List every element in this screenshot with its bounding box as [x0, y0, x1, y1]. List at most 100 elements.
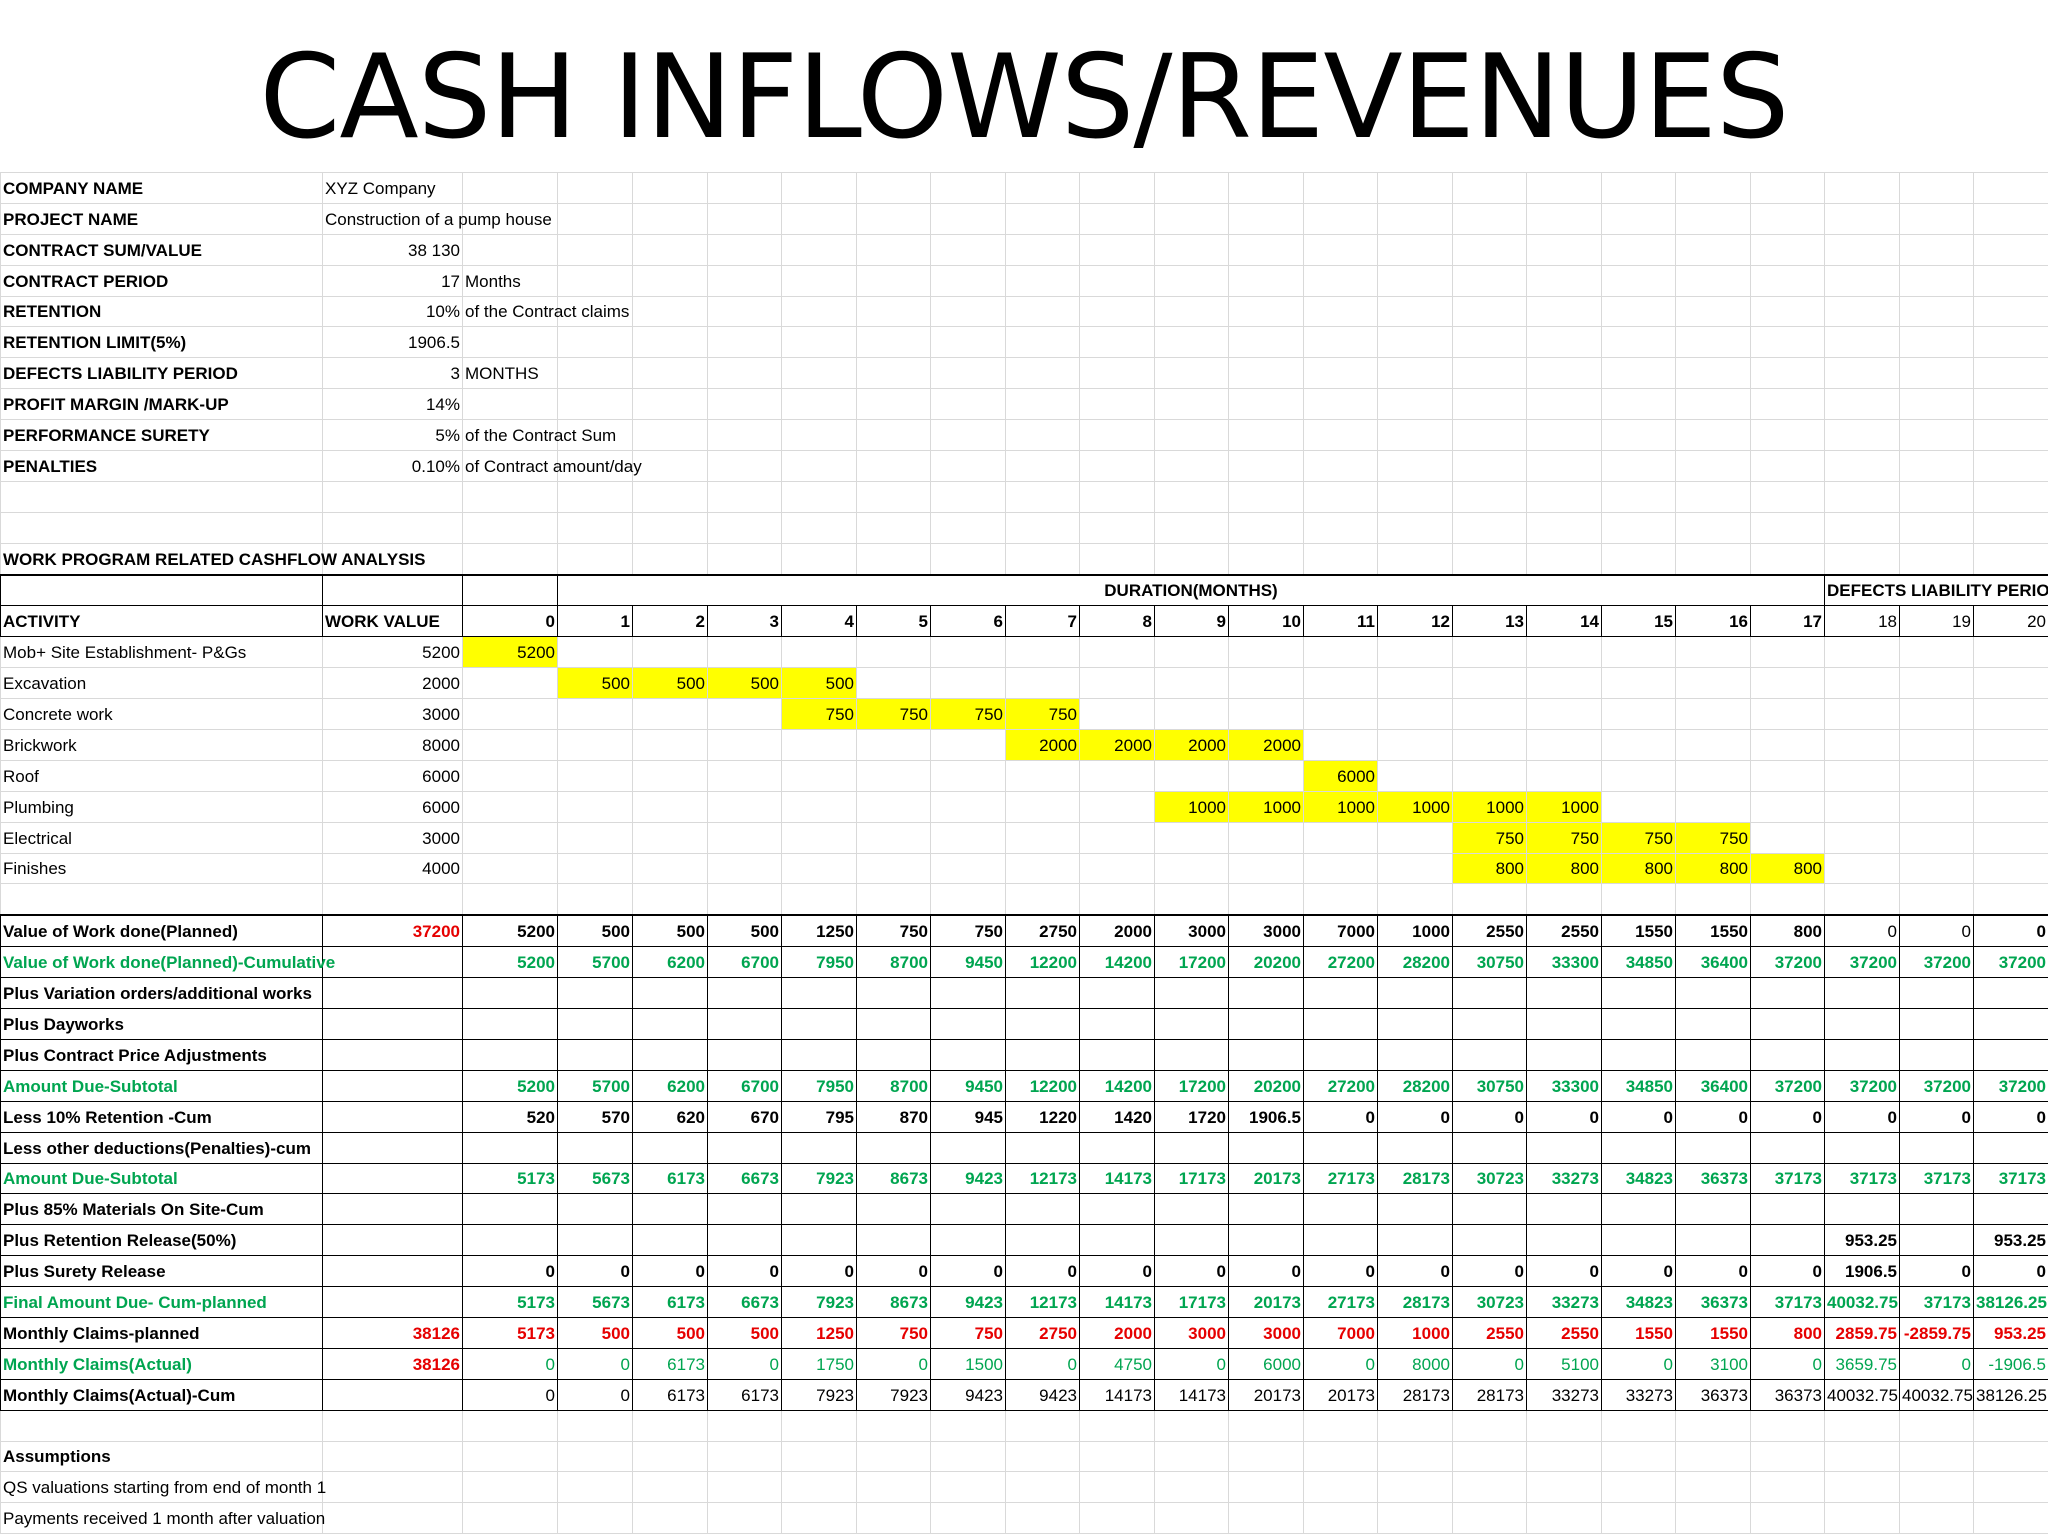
summary-month-cell[interactable] [1899, 1008, 1974, 1040]
assumptions-title[interactable]: Assumptions [0, 1440, 323, 1473]
cell-empty[interactable] [557, 511, 633, 544]
cell-empty[interactable] [632, 295, 708, 328]
summary-month-cell[interactable]: 7923 [781, 1286, 857, 1318]
activity-month-cell[interactable] [1005, 667, 1080, 700]
cell-empty[interactable] [322, 1440, 463, 1473]
cell-empty[interactable] [781, 1471, 857, 1504]
info-value[interactable]: Construction of a pump house [322, 202, 552, 235]
cell-empty[interactable] [1899, 511, 1974, 544]
summary-month-cell[interactable] [1526, 1038, 1602, 1071]
activity-month-cell[interactable]: 500 [632, 667, 708, 700]
activity-month-cell[interactable] [1601, 698, 1676, 731]
cell-empty[interactable] [1154, 202, 1229, 235]
cell-empty[interactable] [1675, 172, 1751, 204]
summary-month-cell[interactable] [707, 977, 782, 1010]
cell-empty[interactable] [1154, 511, 1229, 544]
summary-month-cell[interactable] [930, 1038, 1006, 1071]
summary-month-cell[interactable] [557, 1008, 633, 1040]
summary-month-cell[interactable] [930, 1008, 1006, 1040]
cell-empty[interactable] [781, 1440, 857, 1473]
cell-empty[interactable] [1005, 264, 1080, 297]
cell-empty[interactable] [1899, 264, 1974, 297]
summary-month-cell[interactable]: 9423 [930, 1286, 1006, 1318]
cell-empty[interactable] [1303, 883, 1378, 916]
summary-month-cell[interactable] [1750, 1193, 1825, 1226]
summary-month-cell[interactable]: 5673 [557, 1286, 633, 1318]
summary-month-cell[interactable] [1005, 1131, 1080, 1164]
summary-month-cell[interactable]: 6173 [632, 1378, 708, 1411]
summary-month-cell[interactable] [1452, 1131, 1527, 1164]
summary-month-cell[interactable] [1377, 1131, 1453, 1164]
cell-empty[interactable] [1079, 419, 1155, 452]
activity-month-cell[interactable] [1824, 821, 1900, 854]
cell-empty[interactable] [1526, 1440, 1602, 1473]
summary-month-cell[interactable]: 30750 [1452, 1069, 1527, 1102]
summary-month-cell[interactable]: 6200 [632, 946, 708, 979]
activity-month-cell[interactable]: 2000 [1005, 729, 1080, 761]
activity-month-cell[interactable] [1452, 729, 1527, 761]
summary-month-cell[interactable]: 34823 [1601, 1286, 1676, 1318]
activity-month-cell[interactable]: 1000 [1154, 790, 1229, 823]
summary-value[interactable] [322, 1193, 463, 1226]
activity-month-cell[interactable] [1601, 729, 1676, 761]
summary-month-cell[interactable]: 0 [1973, 914, 2048, 948]
month-header[interactable]: 15 [1601, 605, 1676, 638]
cell-empty[interactable] [1303, 388, 1378, 421]
summary-month-cell[interactable]: 870 [856, 1100, 931, 1133]
activity-month-cell[interactable] [462, 667, 558, 700]
cell-empty[interactable] [1303, 233, 1378, 266]
cell-empty[interactable] [1973, 450, 2048, 482]
summary-month-cell[interactable]: 34850 [1601, 946, 1676, 979]
summary-month-cell[interactable]: 0 [1452, 1100, 1527, 1133]
cell-empty[interactable] [1228, 202, 1304, 235]
activity-month-cell[interactable] [856, 790, 931, 823]
summary-month-cell[interactable]: 27173 [1303, 1286, 1378, 1318]
summary-label[interactable]: Plus 85% Materials On Site-Cum [0, 1193, 323, 1226]
cell-empty[interactable] [1899, 1471, 1974, 1504]
summary-month-cell[interactable] [781, 1193, 857, 1226]
summary-month-cell[interactable]: 37173 [1750, 1162, 1825, 1195]
activity-month-cell[interactable] [856, 852, 931, 885]
cell-empty[interactable] [1303, 511, 1378, 544]
cell-empty[interactable] [1973, 202, 2048, 235]
activity-month-cell[interactable]: 750 [1526, 821, 1602, 854]
summary-month-cell[interactable]: 5700 [557, 946, 633, 979]
summary-month-cell[interactable]: 1550 [1675, 914, 1751, 948]
cell-empty[interactable] [1303, 1502, 1378, 1535]
activity-month-cell[interactable] [557, 790, 633, 823]
summary-month-cell[interactable]: 1420 [1079, 1100, 1155, 1133]
cell-empty[interactable] [1377, 419, 1453, 452]
summary-month-cell[interactable]: 500 [632, 914, 708, 948]
cell-empty[interactable] [1154, 480, 1229, 513]
summary-month-cell[interactable] [1750, 1008, 1825, 1040]
cell-empty[interactable] [707, 511, 782, 544]
info-note[interactable] [462, 172, 558, 204]
activity-month-cell[interactable] [930, 790, 1006, 823]
cell-empty[interactable] [707, 480, 782, 513]
summary-month-cell[interactable]: 33300 [1526, 946, 1602, 979]
cell-empty[interactable] [1452, 419, 1527, 452]
summary-month-cell[interactable]: 3000 [1154, 914, 1229, 948]
summary-month-cell[interactable] [1452, 977, 1527, 1010]
cell-empty[interactable] [1675, 388, 1751, 421]
summary-month-cell[interactable] [1824, 1193, 1900, 1226]
cell-empty[interactable] [707, 295, 782, 328]
summary-value[interactable] [322, 1100, 463, 1133]
cell-empty[interactable] [1377, 295, 1453, 328]
cell-empty[interactable] [1899, 480, 1974, 513]
activity-month-cell[interactable]: 750 [856, 698, 931, 731]
summary-month-cell[interactable] [1005, 1224, 1080, 1257]
summary-month-cell[interactable] [1601, 1131, 1676, 1164]
cell-empty[interactable] [557, 1502, 633, 1535]
activity-month-cell[interactable] [1303, 667, 1378, 700]
activity-value[interactable]: 4000 [322, 852, 463, 885]
cell-empty[interactable] [1005, 295, 1080, 328]
activity-month-cell[interactable] [1973, 636, 2048, 669]
summary-month-cell[interactable] [1079, 1193, 1155, 1226]
cell-empty[interactable] [1005, 172, 1080, 204]
cell-empty[interactable] [1079, 326, 1155, 359]
cell-empty[interactable] [1526, 480, 1602, 513]
cell-empty[interactable] [1154, 295, 1229, 328]
activity-month-cell[interactable] [1750, 636, 1825, 669]
activity-month-cell[interactable] [1824, 759, 1900, 792]
